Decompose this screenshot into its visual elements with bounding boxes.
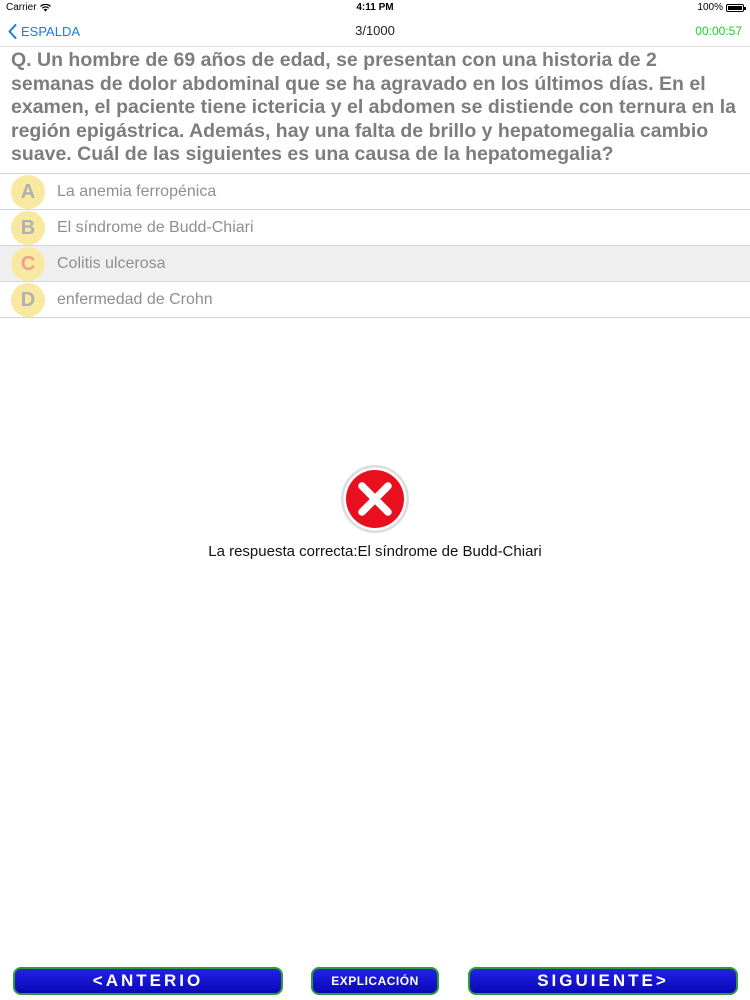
elapsed-timer: 00:00:57 — [695, 24, 742, 38]
question-counter: 3/1000 — [355, 23, 395, 38]
option-letter-badge: C — [11, 247, 45, 281]
option-d[interactable]: D enfermedad de Crohn — [0, 281, 750, 318]
question-text: Q. Un hombre de 69 años de edad, se pres… — [11, 49, 737, 165]
quiz-screen: Carrier 4:11 PM 100% ESPALDA 3/1000 00:0… — [0, 0, 750, 1000]
wrong-x-icon — [341, 465, 409, 533]
option-letter-badge: B — [11, 211, 45, 245]
battery-icon — [726, 3, 746, 12]
previous-button[interactable]: <ANTERIO — [13, 967, 283, 995]
status-bar: Carrier 4:11 PM 100% — [0, 0, 750, 16]
correct-answer-message: La respuesta correcta:El síndrome de Bud… — [208, 543, 542, 560]
option-label: enfermedad de Crohn — [57, 291, 213, 308]
battery-percent: 100% — [697, 2, 723, 13]
battery-indicator: 100% — [697, 2, 746, 13]
next-button[interactable]: SIGUIENTE> — [468, 967, 738, 995]
option-letter-badge: D — [11, 283, 45, 317]
option-label: Colitis ulcerosa — [57, 255, 166, 272]
explanation-button[interactable]: EXPLICACIÓN — [311, 967, 439, 995]
option-label: La anemia ferropénica — [57, 183, 217, 200]
option-a[interactable]: A La anemia ferropénica — [0, 173, 750, 209]
answer-options: A La anemia ferropénica B El síndrome de… — [0, 173, 750, 318]
option-label: El síndrome de Budd-Chiari — [57, 219, 254, 236]
option-c[interactable]: C Colitis ulcerosa — [0, 245, 750, 281]
option-b[interactable]: B El síndrome de Budd-Chiari — [0, 209, 750, 245]
option-letter-badge: A — [11, 175, 45, 209]
status-time: 4:11 PM — [356, 2, 394, 13]
navigation-bar: ESPALDA 3/1000 00:00:57 — [0, 16, 750, 47]
